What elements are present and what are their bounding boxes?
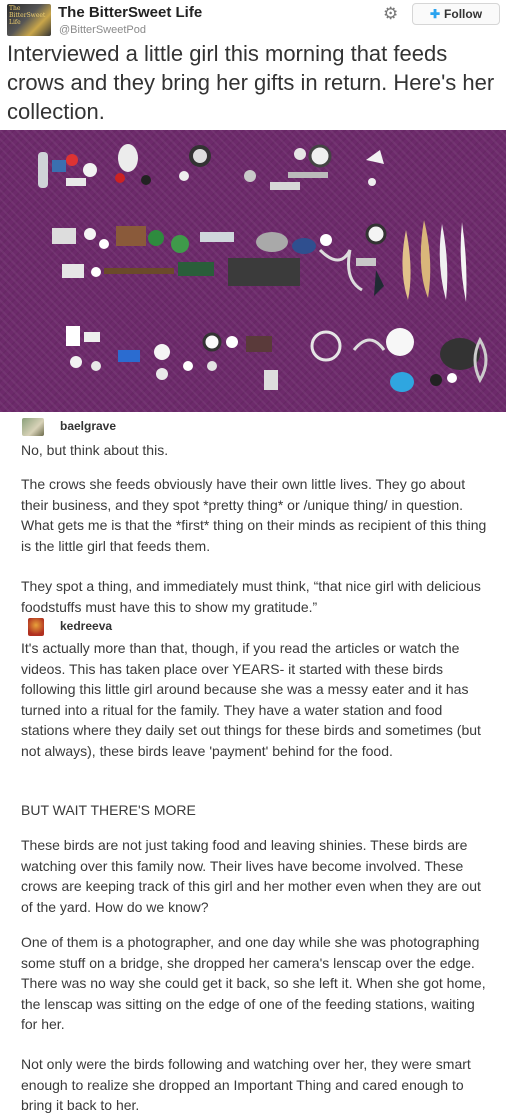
comment-paragraph: They spot a thing, and immediately must … <box>21 578 481 615</box>
user-avatar[interactable] <box>22 418 44 436</box>
display-name[interactable]: The BitterSweet Life <box>58 4 202 21</box>
add-person-icon: ✚ <box>429 7 441 21</box>
comment-header-baelgrave: baelgrave <box>22 418 222 438</box>
crow-gifts-photo <box>0 130 506 412</box>
comment-paragraph: It's actually more than that, though, if… <box>21 640 481 759</box>
follow-button[interactable]: ✚ Follow <box>412 3 500 25</box>
gear-icon[interactable]: ⚙ <box>383 4 398 24</box>
trinkets-row-1 <box>38 144 384 190</box>
comment-paragraph: No, but think about this. <box>21 442 169 458</box>
avatar[interactable]: The BitterSweet Life <box>7 4 51 36</box>
comment-paragraph: One of them is a photographer, and one d… <box>21 934 486 1032</box>
user-avatar[interactable] <box>28 618 44 636</box>
crow-gifts-illustration <box>38 144 488 392</box>
username[interactable]: baelgrave <box>60 419 116 433</box>
trinkets-row-2 <box>52 220 467 302</box>
tweet-header: The BitterSweet Life The BitterSweet Lif… <box>0 0 506 40</box>
comment-header-kedreeva: kedreeva <box>22 618 222 638</box>
comment-paragraph: The crows she feeds obviously have their… <box>21 476 487 554</box>
tweet-text: Interviewed a little girl this morning t… <box>7 41 495 124</box>
username[interactable]: kedreeva <box>60 619 112 633</box>
trinkets-row-3 <box>66 326 488 392</box>
comment-paragraph: Not only were the birds following and wa… <box>21 1056 471 1113</box>
avatar-text: The BitterSweet Life <box>9 5 46 26</box>
comment-paragraph: These birds are not just taking food and… <box>21 837 481 915</box>
comment-paragraph: BUT WAIT THERE'S MORE <box>21 802 196 818</box>
handle[interactable]: @BitterSweetPod <box>59 24 146 36</box>
follow-label: Follow <box>444 7 483 21</box>
